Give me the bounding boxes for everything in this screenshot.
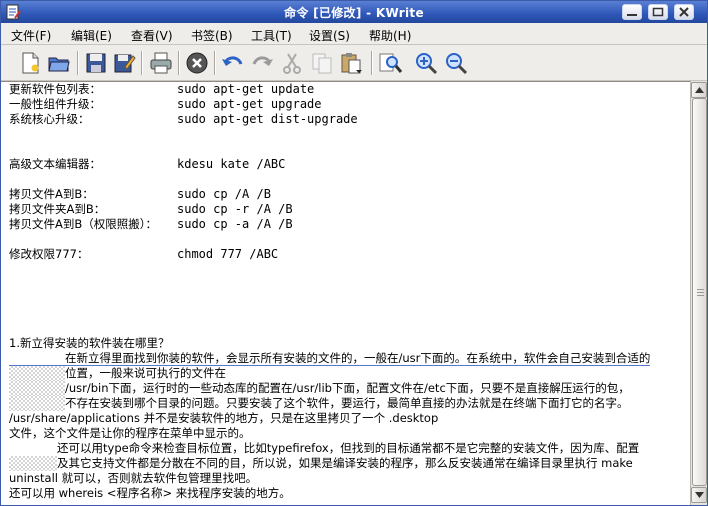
cut-icon[interactable] (280, 51, 304, 75)
open-folder-icon[interactable] (47, 51, 71, 75)
selection-hatch (9, 396, 65, 411)
editor-line: 还可以用type命令来检查目标位置，比如typefirefox，但找到的目标通常… (9, 441, 639, 456)
editor-line: /usr/bin下面，运行时的一些动态库的配置在/usr/lib下面，配置文件在… (9, 381, 630, 396)
scroll-grip (697, 295, 704, 296)
scrollbar-thumb[interactable] (692, 98, 707, 486)
editor-line: 还可以用 whereis <程序名称> 来找程序安装的地方。 (9, 486, 291, 500)
editor-line: 系统核心升级： sudo apt-get dist-upgrade (9, 112, 358, 126)
maximize-icon (652, 7, 664, 17)
editor-line: 拷贝文件A到B： sudo cp /A /B (9, 187, 271, 201)
selection-hatch (9, 381, 65, 396)
editor-line: 修改权限777： chmod 777 /ABC (9, 247, 279, 261)
maximize-button[interactable] (648, 4, 668, 20)
toolbar (1, 45, 707, 81)
save-icon[interactable] (84, 51, 108, 75)
editor-line: 拷贝文件A到B（权限照搬）： sudo cp -a /A /B (9, 217, 293, 231)
toolbar-separator (77, 51, 79, 75)
editor-line: 更新软件包列表： sudo apt-get update (9, 82, 315, 96)
scroll-down-button[interactable] (691, 487, 707, 503)
scroll-up-button[interactable] (691, 82, 707, 98)
menu-bar: 文件(F) 编辑(E) 查看(V) 书签(B) 工具(T) 设置(S) 帮助(H… (1, 23, 707, 45)
zoom-in-icon[interactable] (414, 51, 438, 75)
arrow-up-icon (695, 87, 704, 93)
toolbar-separator (214, 51, 216, 75)
redo-icon[interactable] (250, 51, 274, 75)
minimize-icon (627, 14, 637, 16)
editor-line: 在新立得里面找到你装的软件，会显示所有安装的文件的，一般在/usr下面的。在系统… (9, 351, 651, 366)
undo-icon[interactable] (221, 51, 245, 75)
menu-tools[interactable]: 工具(T) (251, 27, 292, 44)
new-file-icon[interactable] (18, 51, 42, 75)
scroll-grip (697, 292, 704, 293)
arrow-down-icon (695, 492, 704, 498)
menu-file[interactable]: 文件(F) (11, 27, 51, 44)
editor-line: 不存在安装到哪个目录的问题。只要安装了这个软件，要运行，最简单直接的办法就是在终… (9, 396, 629, 411)
selection-hatch (9, 366, 65, 381)
selection-hatch (9, 456, 57, 471)
editor-line: 拷贝文件夹A到B： sudo cp -r /A /B (9, 202, 293, 216)
editor-line-question: 1.新立得安装的软件装在哪里？ (9, 336, 170, 350)
copy-icon[interactable] (310, 51, 334, 75)
editor-line: 文件，这个文件是让你的程序在菜单中显示的。 (9, 426, 251, 440)
editor-line: 一般性组件升级： sudo apt-get upgrade (9, 97, 322, 111)
menu-edit[interactable]: 编辑(E) (71, 27, 112, 44)
editor-line: 及其它支持文件都是分散在不同的目，所以说，如果是编译安装的程序，那么反安装通常在… (9, 456, 633, 471)
scroll-grip (697, 289, 704, 290)
menu-help[interactable]: 帮助(H) (369, 27, 411, 44)
editor-line: 高级文本编辑器： kdesu kate /ABC (9, 157, 286, 171)
save-as-icon[interactable] (112, 51, 136, 75)
print-icon[interactable] (149, 51, 173, 75)
menu-settings[interactable]: 设置(S) (309, 27, 350, 44)
kwrite-window: 命令 [已修改] - KWrite 文件(F) 编辑(E) 查看(V) 书签(B… (0, 0, 708, 506)
toolbar-separator (141, 51, 143, 75)
paste-icon[interactable] (339, 51, 363, 75)
find-icon[interactable] (378, 51, 403, 75)
menu-bookmarks[interactable]: 书签(B) (191, 27, 233, 44)
stop-icon[interactable] (185, 51, 209, 75)
vertical-scrollbar[interactable] (690, 81, 707, 505)
minimize-button[interactable] (622, 4, 642, 20)
title-bar[interactable]: 命令 [已修改] - KWrite (1, 1, 707, 23)
toolbar-separator (178, 51, 180, 75)
close-icon (679, 7, 689, 17)
editor-line: /usr/share/applications 并不是安装软件的地方，只是在这里… (9, 411, 439, 425)
text-editor[interactable]: 更新软件包列表： sudo apt-get update 一般性组件升级： sudo… (1, 81, 690, 505)
menu-view[interactable]: 查看(V) (131, 27, 173, 44)
zoom-out-icon[interactable] (444, 51, 468, 75)
window-title: 命令 [已修改] - KWrite (284, 6, 424, 20)
close-button[interactable] (674, 4, 694, 20)
editor-line: 位置，一般来说可执行的文件在 (9, 366, 226, 381)
toolbar-separator (371, 51, 373, 75)
editor-line: uninstall 就可以，否则就去软件包管理里找吧。 (9, 471, 258, 485)
